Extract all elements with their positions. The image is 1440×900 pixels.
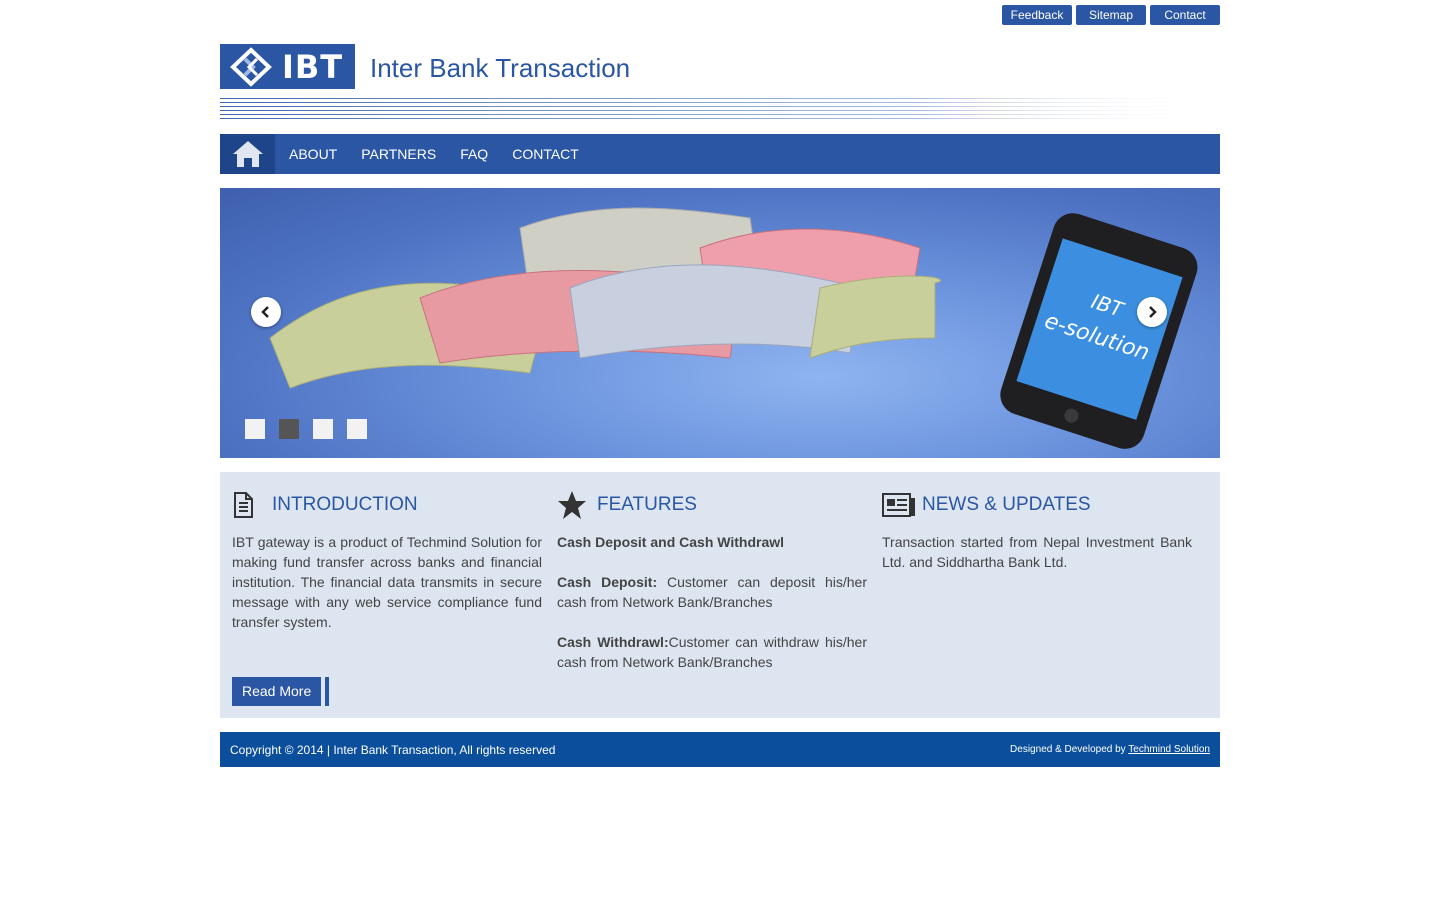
slider-dot-1[interactable] bbox=[245, 419, 265, 439]
banknotes-image: IBT e-solution bbox=[269, 207, 1198, 449]
read-more-accent bbox=[325, 677, 330, 706]
header-decorative-lines bbox=[220, 98, 1220, 119]
slider-dot-4[interactable] bbox=[347, 419, 367, 439]
site-logo[interactable]: IBT bbox=[220, 44, 355, 89]
slider-dot-2[interactable] bbox=[279, 419, 299, 439]
newspaper-icon bbox=[882, 493, 915, 517]
introduction-text: IBT gateway is a product of Techmind Sol… bbox=[232, 534, 542, 630]
features-section: FEATURES Cash Deposit and Cash Withdrawl… bbox=[557, 490, 867, 672]
sitemap-link[interactable]: Sitemap bbox=[1076, 5, 1146, 25]
feature-deposit-label: Cash Deposit: bbox=[557, 574, 658, 590]
nav-contact[interactable]: CONTACT bbox=[512, 146, 579, 162]
document-icon bbox=[234, 492, 253, 518]
feedback-link[interactable]: Feedback bbox=[1002, 5, 1072, 25]
news-section: NEWS & UPDATES Transaction started from … bbox=[882, 490, 1192, 572]
introduction-section: INTRODUCTION IBT gateway is a product of… bbox=[232, 490, 542, 632]
logo-text: IBT bbox=[282, 47, 344, 86]
footer-copyright: Copyright © 2014 | Inter Bank Transactio… bbox=[230, 742, 556, 757]
content-area: INTRODUCTION IBT gateway is a product of… bbox=[220, 472, 1220, 718]
nav-faq[interactable]: FAQ bbox=[460, 146, 488, 162]
news-title: NEWS & UPDATES bbox=[922, 494, 1091, 515]
feature-withdraw-label: Cash Withdrawl: bbox=[557, 634, 669, 650]
footer-credit-prefix: Designed & Developed by bbox=[1010, 744, 1129, 755]
read-more-button[interactable]: Read More bbox=[232, 677, 322, 706]
footer-credit: Designed & Developed by Techmind Solutio… bbox=[1010, 744, 1210, 755]
read-more-wrapper: Read More bbox=[232, 677, 330, 706]
main-nav: ABOUT PARTNERS FAQ CONTACT bbox=[220, 134, 1220, 174]
news-text[interactable]: Transaction started from Nepal Investmen… bbox=[882, 532, 1192, 572]
slider-dot-3[interactable] bbox=[313, 419, 333, 439]
slider-next-button[interactable] bbox=[1137, 297, 1167, 327]
home-icon bbox=[232, 141, 263, 167]
footer-credit-link[interactable]: Techmind Solution bbox=[1128, 744, 1210, 755]
features-title: FEATURES bbox=[597, 494, 697, 515]
star-icon bbox=[558, 491, 586, 519]
site-title: Inter Bank Transaction bbox=[370, 53, 631, 83]
introduction-title: INTRODUCTION bbox=[272, 494, 418, 515]
chevron-left-icon bbox=[261, 306, 269, 318]
nav-partners[interactable]: PARTNERS bbox=[361, 146, 436, 162]
hero-slider: IBT e-solution bbox=[220, 188, 1220, 458]
features-heading: Cash Deposit and Cash Withdrawl bbox=[557, 534, 785, 550]
footer: Copyright © 2014 | Inter Bank Transactio… bbox=[220, 732, 1220, 767]
top-links: Feedback Sitemap Contact bbox=[1002, 5, 1220, 25]
top-contact-link[interactable]: Contact bbox=[1150, 5, 1220, 25]
slider-prev-button[interactable] bbox=[251, 297, 281, 327]
nav-home[interactable] bbox=[220, 134, 275, 174]
logo-diamond-icon bbox=[230, 46, 272, 87]
chevron-right-icon bbox=[1149, 306, 1157, 318]
slider-dots bbox=[245, 419, 367, 439]
nav-about[interactable]: ABOUT bbox=[289, 146, 337, 162]
